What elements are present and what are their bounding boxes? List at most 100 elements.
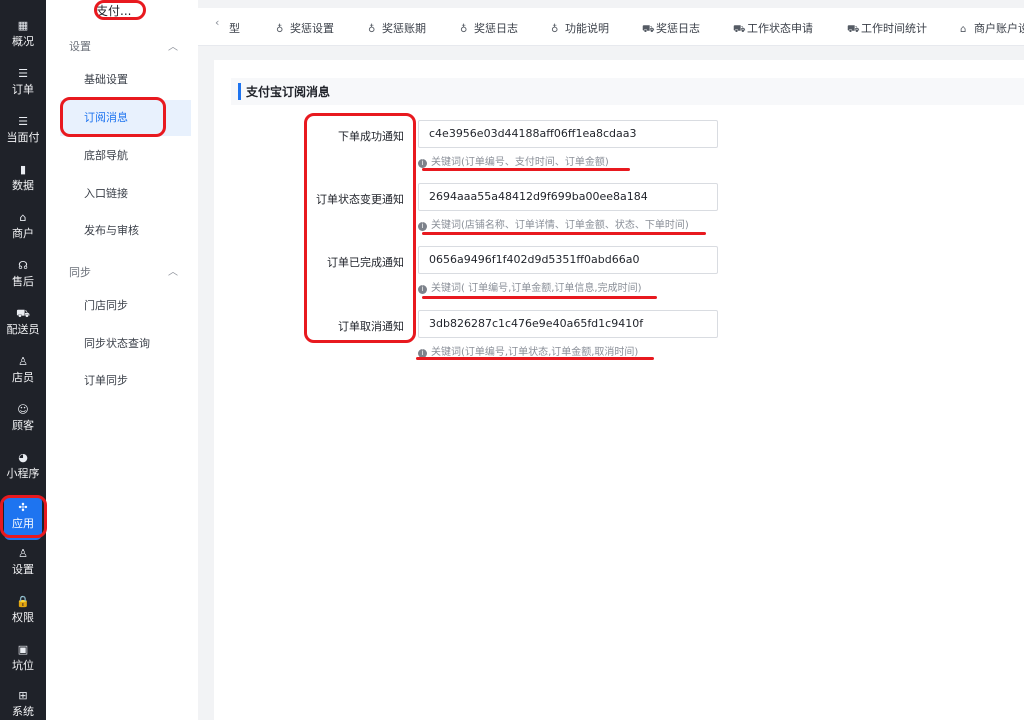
tab-label: 型 [229, 22, 240, 35]
rail-label: 权限 [12, 611, 34, 624]
tab-item[interactable]: 型 [229, 20, 240, 36]
order-success-template-input[interactable]: c4e3956e03d44188aff06ff1ea8cdaa3 [418, 120, 718, 148]
hint-text: 关键词(店铺名称、订单详情、订单金额、状态、下单时间) [431, 220, 689, 231]
annotation-box [94, 0, 146, 20]
rail-item-customer[interactable]: ☺ 顾客 [0, 398, 46, 442]
truck-icon: ⛟ [847, 24, 860, 35]
rail-item-settings[interactable]: ♙ 设置 [0, 542, 46, 586]
tab-item[interactable]: ⛟奖惩日志 [642, 20, 700, 37]
group-settings-label[interactable]: 设置 [69, 38, 91, 54]
store-icon: ⌂ [19, 211, 27, 224]
truck-icon: ⛟ [16, 307, 30, 320]
tab-label: 工作时间统计 [861, 22, 927, 35]
dashboard-icon: ▦ [17, 19, 29, 32]
wechat-icon: ◕ [18, 451, 28, 464]
tab-item[interactable]: ♁ 奖惩设置 [276, 20, 334, 36]
annotation-box [0, 495, 47, 538]
bar-chart-icon: ▮ [19, 163, 27, 176]
rail-item-data[interactable]: ▮ 数据 [0, 158, 46, 202]
truck-icon: ⛟ [642, 24, 655, 35]
medal-icon: ♁ [276, 24, 284, 35]
annotation-underline [422, 168, 630, 171]
tab-label: 商户账户设 [974, 22, 1024, 35]
tab-item[interactable]: ♁ 功能说明 [551, 20, 609, 36]
sidebar-item-publish-review[interactable]: 发布与审核 [60, 213, 191, 249]
field-hint: i 关键词(店铺名称、订单详情、订单金额、状态、下单时间) [418, 216, 689, 231]
order-cancel-template-input[interactable]: 3db826287c1c476e9e40a65fd1c9410f [418, 310, 718, 338]
tab-label: 功能说明 [565, 22, 609, 35]
field-hint: i 关键词( 订单编号,订单金额,订单信息,完成时间) [418, 279, 642, 294]
rail-item-merchant[interactable]: ⌂ 商户 [0, 206, 46, 250]
annotation-box [60, 97, 166, 137]
rail-item-after-sales[interactable]: ☊ 售后 [0, 254, 46, 298]
rail-label: 当面付 [6, 131, 40, 144]
rail-item-staff[interactable]: ♙ 店员 [0, 350, 46, 394]
sidebar-item-sync-status[interactable]: 同步状态查询 [60, 326, 191, 362]
list-icon: ☰ [18, 67, 28, 80]
chevron-up-icon[interactable]: ︿ [168, 38, 178, 53]
rail-item-permissions[interactable]: 🔒 权限 [0, 590, 46, 634]
sidebar-item-store-sync[interactable]: 门店同步 [60, 288, 191, 324]
order-completed-template-input[interactable]: 0656a9496f1f402d9d5351ff0abd66a0 [418, 246, 718, 274]
truck-icon: ⛟ [733, 24, 746, 35]
grid-icon: ▣ [17, 643, 29, 656]
hint-text: 关键词(订单编号、支付时间、订单金额) [431, 157, 609, 168]
tab-label: 奖惩设置 [290, 22, 334, 35]
medal-icon: ♁ [368, 24, 376, 35]
rail-label: 小程序 [6, 467, 40, 480]
tab-item[interactable]: ♁ 奖惩账期 [368, 20, 426, 36]
medal-icon: ♁ [460, 24, 468, 35]
section-title: 支付宝订阅消息 [246, 85, 331, 99]
rail-label: 概况 [12, 35, 34, 48]
tab-item[interactable]: ⛟工作状态申请 [733, 20, 813, 37]
sidebar-item-bottom-nav[interactable]: 底部导航 [60, 138, 191, 174]
rail-item-mini-program[interactable]: ◕ 小程序 [0, 446, 46, 490]
info-icon: i [418, 285, 427, 294]
windows-icon: ⊞ [18, 689, 28, 702]
rail-item-slots[interactable]: ▣ 坑位 [0, 638, 46, 682]
tab-item[interactable]: ⌂ 商户账户设 [960, 20, 1024, 36]
sidebar-item-entry-link[interactable]: 入口链接 [60, 176, 191, 212]
group-sync-label[interactable]: 同步 [69, 264, 91, 280]
app-window: ▦ 概况 ☰ 订单 ☰ 当面付 ▮ 数据 ⌂ 商户 ☊ 售后 ⛟ 配送员 ♙ 店 [0, 0, 1024, 720]
hint-text: 关键词( 订单编号,订单金额,订单信息,完成时间) [431, 283, 642, 294]
rail-label: 系统 [12, 705, 34, 718]
tab-label: 奖惩日志 [656, 22, 700, 35]
rail-item-system[interactable]: ⊞ 系统 [0, 684, 46, 720]
rail-label: 配送员 [6, 323, 40, 336]
rail-item-overview[interactable]: ▦ 概况 [0, 14, 46, 58]
rail-label: 顾客 [12, 419, 34, 432]
rail-item-orders[interactable]: ☰ 订单 [0, 62, 46, 106]
rail-label: 售后 [12, 275, 34, 288]
lock-icon: 🔒 [16, 595, 30, 608]
annotation-box [304, 113, 416, 343]
chevron-up-icon[interactable]: ︿ [168, 263, 178, 278]
rail-label: 设置 [12, 563, 34, 576]
info-icon: i [418, 159, 427, 168]
rail-item-courier[interactable]: ⛟ 配送员 [0, 302, 46, 346]
annotation-underline [422, 296, 657, 299]
info-icon: i [418, 222, 427, 231]
section-header: 支付宝订阅消息 [231, 78, 1024, 105]
tab-label: 奖惩账期 [382, 22, 426, 35]
medal-icon: ♁ [551, 24, 559, 35]
section-accent-bar [238, 83, 241, 100]
tab-item[interactable]: ♁ 奖惩日志 [460, 20, 518, 36]
order-status-change-template-input[interactable]: 2694aaa55a48412d9f699ba00ee8a184 [418, 183, 718, 211]
rail-item-face-pay[interactable]: ☰ 当面付 [0, 110, 46, 154]
field-hint: i 关键词(订单编号、支付时间、订单金额) [418, 153, 609, 168]
primary-rail: ▦ 概况 ☰ 订单 ☰ 当面付 ▮ 数据 ⌂ 商户 ☊ 售后 ⛟ 配送员 ♙ 店 [0, 0, 46, 720]
headset-icon: ☊ [18, 259, 28, 272]
tab-label: 奖惩日志 [474, 22, 518, 35]
tabs-bar: ‹ 型 ♁ 奖惩设置 ♁ 奖惩账期 ♁ 奖惩日志 ♁ 功能说明 ⛟奖惩日志 ⛟工作状态申… [198, 8, 1024, 46]
sidebar-item-order-sync[interactable]: 订单同步 [60, 363, 191, 399]
rail-label: 店员 [12, 371, 34, 384]
chevron-left-icon[interactable]: ‹ [215, 16, 219, 29]
store-icon: ⌂ [960, 24, 967, 35]
user-settings-icon: ♙ [18, 547, 28, 560]
staff-icon: ♙ [18, 355, 28, 368]
tab-item[interactable]: ⛟工作时间统计 [847, 20, 927, 37]
list-icon: ☰ [18, 115, 28, 128]
sidebar-item-basic-settings[interactable]: 基础设置 [60, 62, 191, 98]
field-hint: i 关键词(订单编号,订单状态,订单金额,取消时间) [418, 343, 638, 358]
